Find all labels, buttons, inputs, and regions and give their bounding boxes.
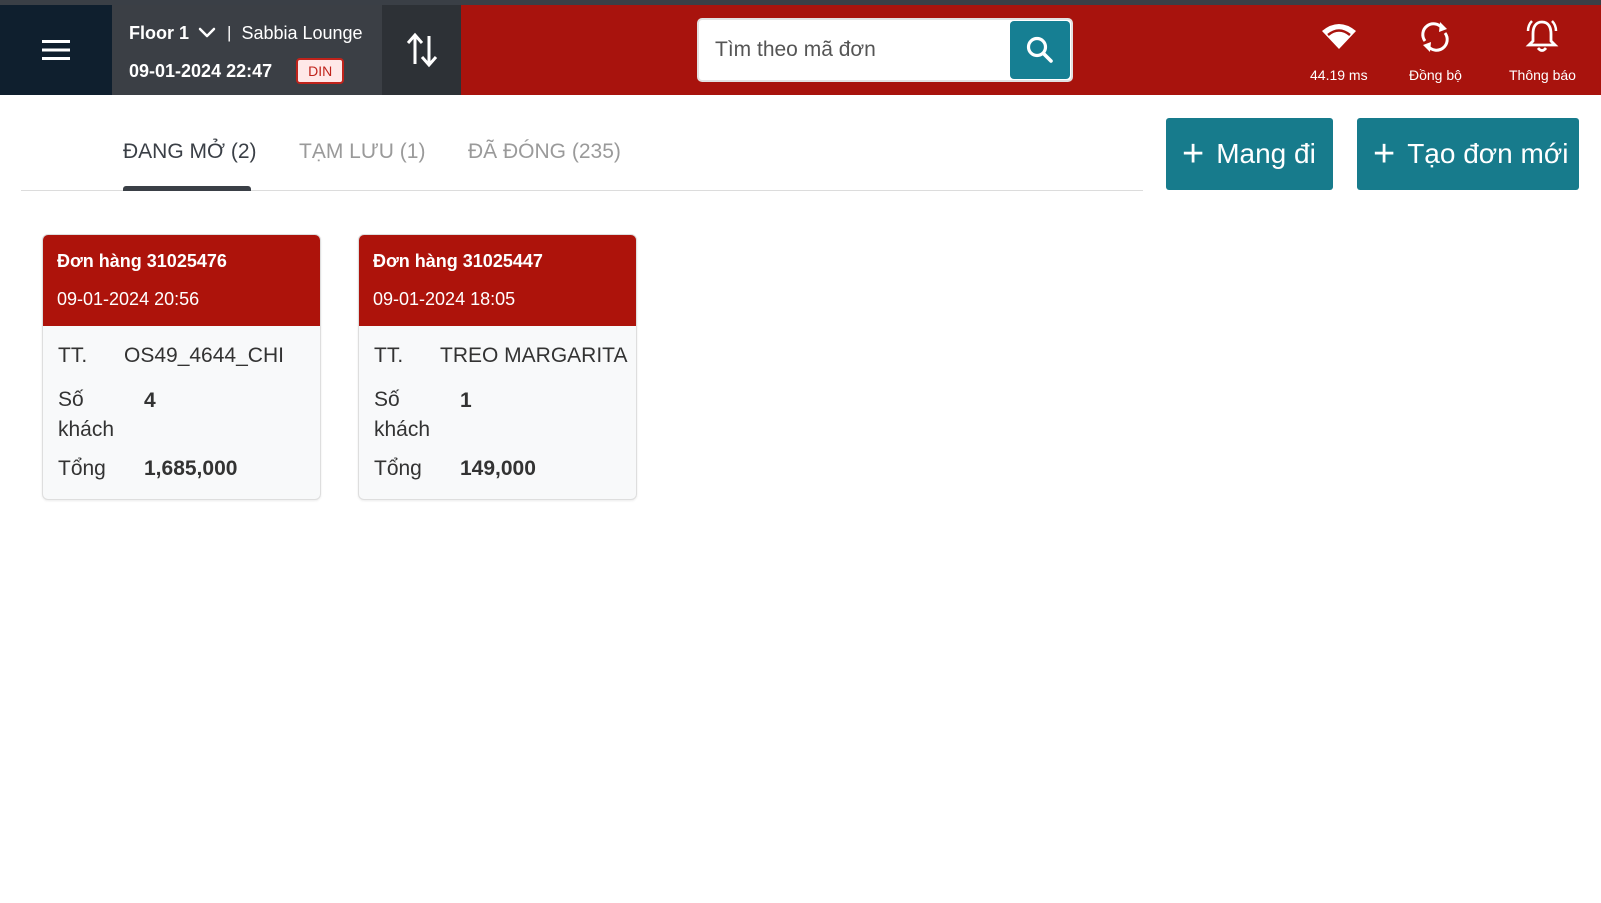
new-order-button[interactable]: + Tạo đơn mới [1357, 118, 1579, 190]
order-card-body: TT. OS49_4644_CHI Số khách 4 Tổng 1,685,… [43, 326, 320, 487]
sort-toggle-button[interactable] [382, 5, 461, 95]
top-header: Floor 1 | Sabbia Lounge 09-01-2024 22:47… [0, 5, 1601, 95]
guests-label-line2: khách [374, 418, 431, 441]
menu-button[interactable] [0, 5, 112, 95]
takeaway-button[interactable]: + Mang đi [1166, 118, 1333, 190]
search-bar [697, 18, 1073, 82]
sync-button[interactable]: Đồng bộ [1409, 19, 1462, 83]
order-time: 09-01-2024 20:56 [57, 289, 200, 309]
order-card[interactable]: Đơn hàng 31025447 09-01-2024 18:05 TT. T… [358, 234, 637, 500]
tab-open[interactable]: ĐANG MỞ (2) [123, 140, 257, 164]
total-label: Tổng [58, 457, 106, 480]
order-number: Đơn hàng 31025476 [57, 251, 227, 271]
floor-label[interactable]: Floor 1 [129, 23, 189, 44]
new-order-label: Tạo đơn mới [1407, 138, 1569, 169]
guests-value: 1 [460, 389, 472, 412]
guests-label-line1: Số [374, 388, 400, 411]
tab-on-hold[interactable]: TẠM LƯU (1) [299, 140, 425, 164]
takeaway-label: Mang đi [1216, 138, 1316, 169]
table-value: TREO MARGARITA [440, 344, 628, 367]
sync-icon [1421, 22, 1450, 52]
tab-closed[interactable]: ĐÃ ĐÓNG (235) [468, 140, 621, 164]
network-status[interactable]: 44.19 ms [1310, 19, 1368, 83]
sync-label: Đồng bộ [1409, 67, 1462, 83]
guests-label-line1: Số [58, 388, 84, 411]
latency-label: 44.19 ms [1310, 67, 1368, 83]
table-label: TT. [58, 344, 88, 367]
order-card-header: Đơn hàng 31025447 09-01-2024 18:05 [359, 235, 636, 326]
total-value: 149,000 [460, 457, 536, 480]
order-time: 09-01-2024 18:05 [373, 289, 516, 309]
order-status-tabs: ĐANG MỞ (2) TẠM LƯU (1) ĐÃ ĐÓNG (235) [21, 95, 1143, 191]
bell-icon [1526, 20, 1559, 52]
hamburger-menu-icon [42, 40, 70, 60]
notifications-label: Thông báo [1509, 67, 1576, 83]
order-number: Đơn hàng 31025447 [373, 251, 543, 271]
swap-vertical-icon [406, 32, 437, 68]
search-button[interactable] [1010, 21, 1070, 79]
active-tab-indicator [123, 186, 251, 191]
notifications-button[interactable]: Thông báo [1509, 19, 1576, 83]
plus-icon: + [1182, 133, 1205, 175]
search-input[interactable] [699, 20, 1010, 80]
current-datetime: 09-01-2024 22:47 [129, 60, 273, 81]
search-icon [1026, 36, 1053, 63]
guests-value: 4 [144, 389, 156, 412]
wifi-icon [1321, 24, 1356, 49]
table-label: TT. [374, 344, 404, 367]
order-card[interactable]: Đơn hàng 31025476 09-01-2024 20:56 TT. O… [42, 234, 321, 500]
guests-label-line2: khách [58, 418, 115, 441]
total-label: Tổng [374, 457, 422, 480]
floor-selector: Floor 1 | Sabbia Lounge 09-01-2024 22:47… [112, 5, 382, 95]
chevron-down-icon[interactable] [197, 23, 217, 43]
location-name: Sabbia Lounge [241, 22, 363, 43]
order-card-body: TT. TREO MARGARITA Số khách 1 Tổng 149,0… [359, 326, 636, 487]
order-card-header: Đơn hàng 31025476 09-01-2024 20:56 [43, 235, 320, 326]
table-value: OS49_4644_CHI [124, 344, 284, 367]
dine-in-badge: DIN [296, 58, 345, 84]
total-value: 1,685,000 [144, 457, 238, 480]
separator: | [227, 23, 232, 42]
guests-label: Số khách [374, 385, 430, 445]
guests-label: Số khách [58, 385, 114, 445]
plus-icon: + [1373, 133, 1396, 175]
